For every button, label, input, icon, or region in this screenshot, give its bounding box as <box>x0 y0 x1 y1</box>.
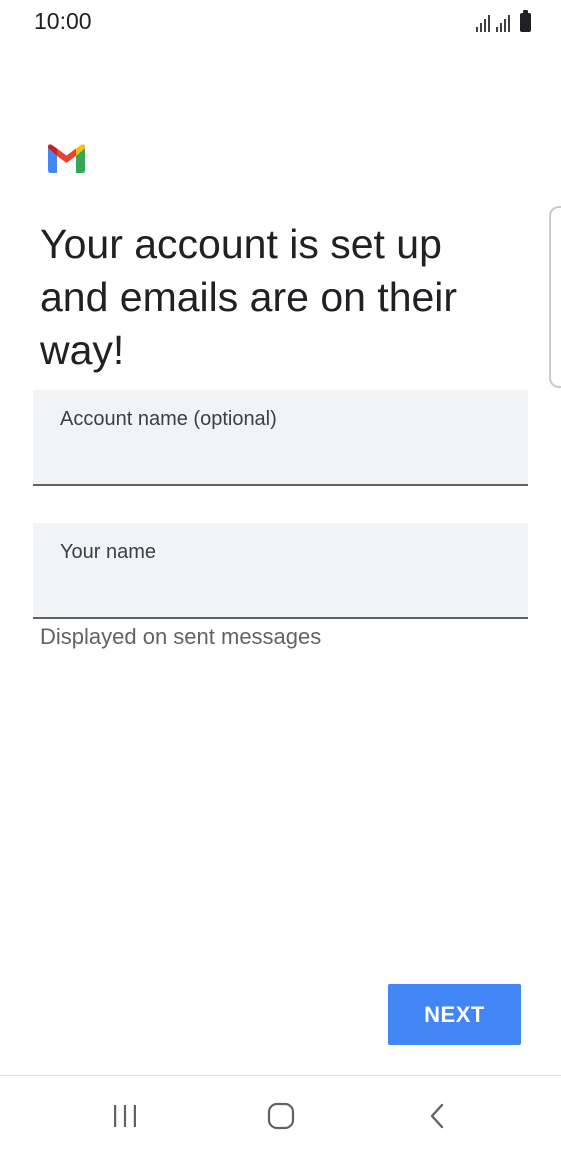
recents-button[interactable] <box>95 1096 155 1136</box>
your-name-helper-text: Displayed on sent messages <box>40 624 322 649</box>
your-name-label: Your name <box>60 541 156 563</box>
your-name-field[interactable]: Your name <box>33 523 528 619</box>
next-button[interactable]: NEXT <box>388 984 521 1045</box>
account-name-input[interactable] <box>60 440 500 470</box>
edge-panel-handle[interactable] <box>549 206 561 388</box>
page-title: Your account is set up and emails are on… <box>40 221 458 373</box>
status-bar: 10:00 <box>0 0 561 44</box>
gmail-logo-icon <box>48 144 85 173</box>
back-icon <box>430 1103 444 1129</box>
home-button[interactable] <box>251 1096 311 1136</box>
battery-icon <box>520 10 531 32</box>
account-name-field[interactable]: Account name (optional) <box>33 390 528 486</box>
account-name-label: Account name (optional) <box>60 408 277 430</box>
status-icons <box>476 10 531 32</box>
recents-icon <box>114 1105 136 1127</box>
back-button[interactable] <box>408 1096 468 1136</box>
signal-strength-icon <box>496 14 510 32</box>
status-time: 10:00 <box>34 8 92 34</box>
home-icon <box>267 1102 295 1130</box>
your-name-input[interactable] <box>60 573 500 603</box>
navigation-bar <box>0 1075 561 1155</box>
signal-strength-icon <box>476 14 490 32</box>
